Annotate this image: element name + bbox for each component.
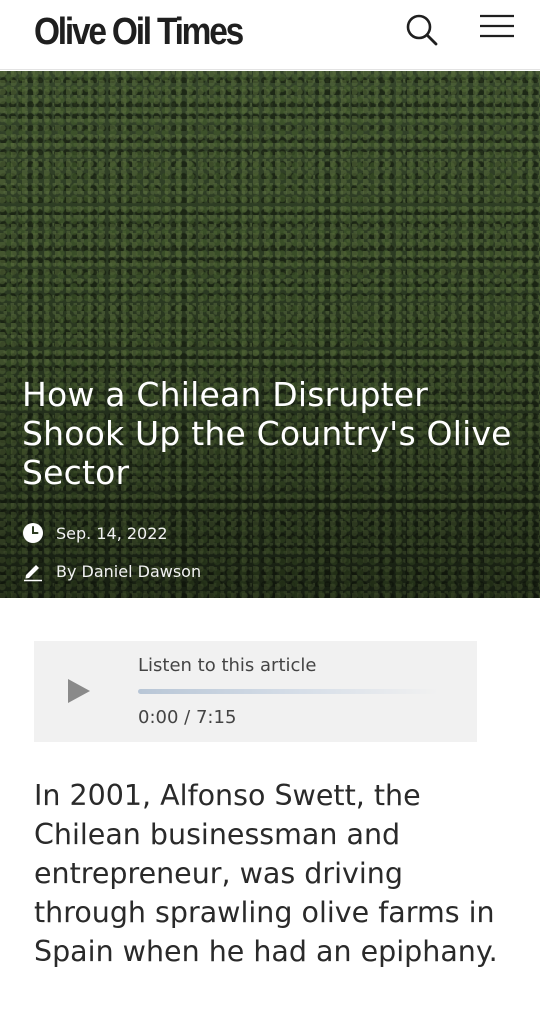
play-icon[interactable] [66,677,92,705]
hero-banner: How a Chilean Disrupter Shook Up the Cou… [0,71,540,598]
current-time: 0:00 [138,707,179,728]
audio-player: Listen to this article 0:00 / 7:15 [34,641,477,742]
article-lead: In 2001, Alfonso Swett, the Chilean busi… [34,779,498,968]
hamburger-menu-icon[interactable] [478,12,516,42]
date-text: Sep. 14, 2022 [56,523,168,543]
player-time: 0:00 / 7:15 [138,707,236,728]
progress-bar[interactable] [138,689,438,694]
site-logo[interactable]: Olive Oil Times [34,10,244,54]
pencil-icon [22,560,44,582]
clock-icon [22,522,44,544]
player-label: Listen to this article [138,655,317,676]
author-name[interactable]: By Daniel Dawson [56,562,201,581]
time-separator: / [184,707,191,728]
hero-content: How a Chilean Disrupter Shook Up the Cou… [22,375,520,582]
site-header: Olive Oil Times [0,0,540,70]
search-icon[interactable] [404,12,440,48]
byline[interactable]: By Daniel Dawson [22,560,520,582]
article-title: How a Chilean Disrupter Shook Up the Cou… [22,375,512,492]
publish-date: Sep. 14, 2022 [22,522,520,544]
duration: 7:15 [195,707,237,728]
